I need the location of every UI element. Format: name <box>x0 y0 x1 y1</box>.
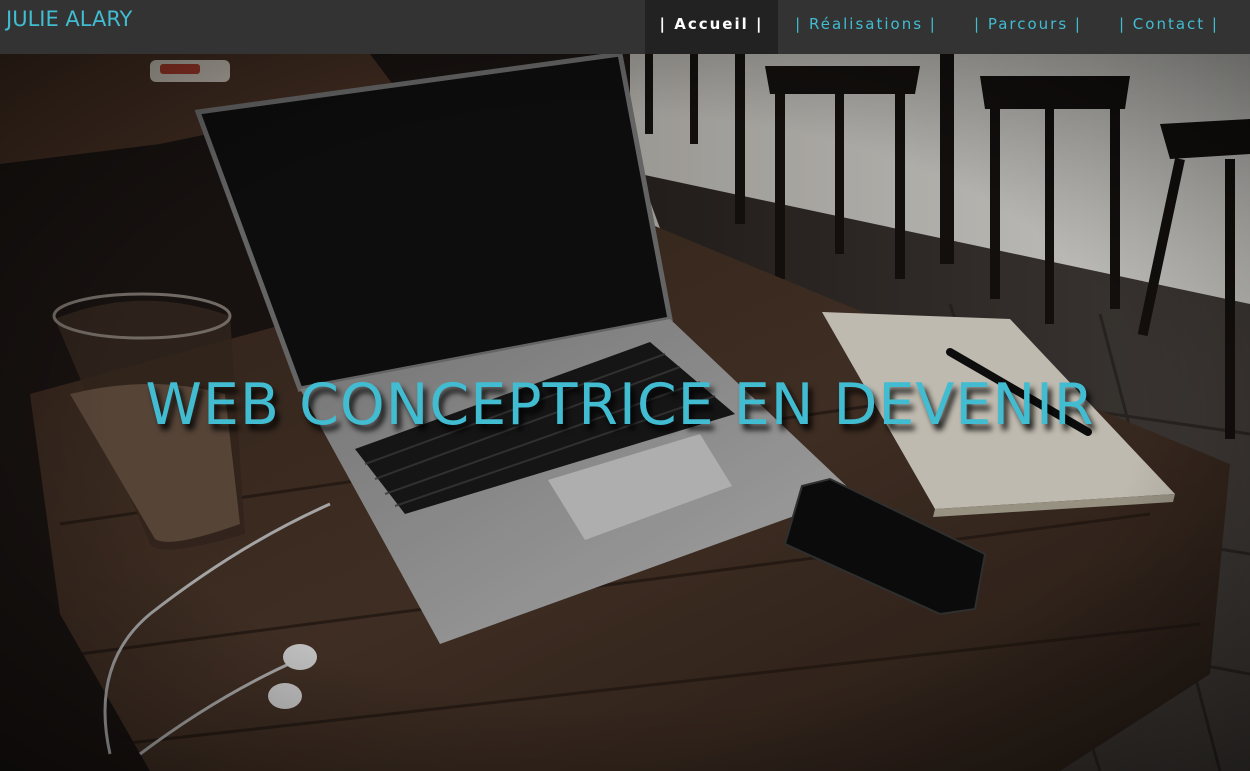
nav-item-parcours[interactable]: | Parcours | <box>968 0 1088 54</box>
nav-item-realisations[interactable]: | Réalisations | <box>790 0 942 54</box>
site-brand[interactable]: JULIE ALARY <box>6 7 132 31</box>
hero-title: WEB CONCEPTRICE EN DEVENIR <box>145 372 1095 438</box>
nav-item-accueil[interactable]: | Accueil | <box>645 0 778 54</box>
nav-item-contact[interactable]: | Contact | <box>1113 0 1225 54</box>
hero-section: WEB CONCEPTRICE EN DEVENIR <box>0 54 1250 771</box>
top-navbar: JULIE ALARY | Accueil | | Réalisations |… <box>0 0 1250 54</box>
